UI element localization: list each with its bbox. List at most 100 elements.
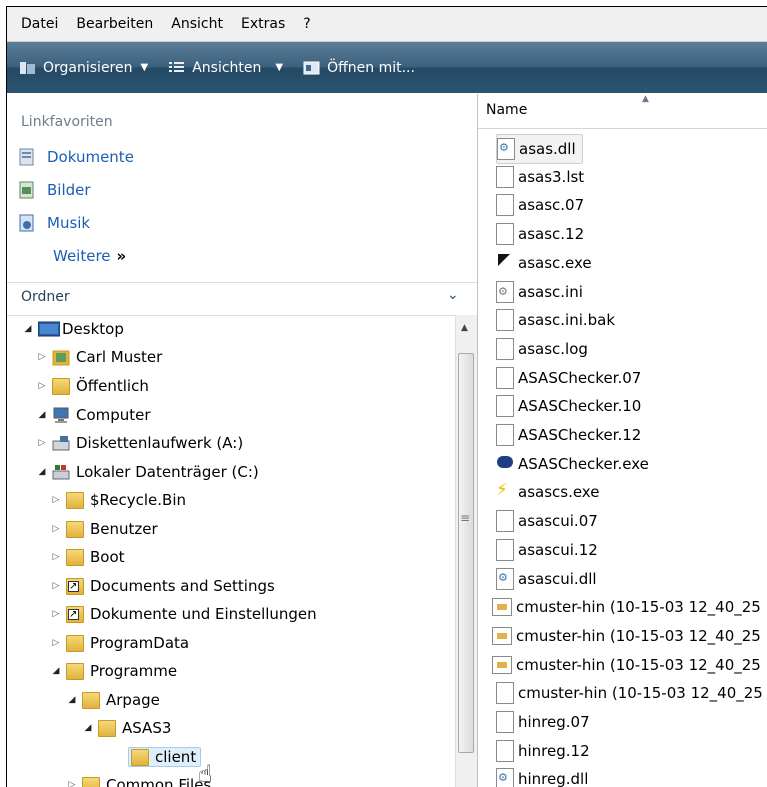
- file-item[interactable]: ASASChecker.07: [496, 364, 641, 392]
- file-icon: [496, 194, 514, 216]
- collapsed-arrow-icon[interactable]: ▷: [51, 552, 61, 562]
- file-item[interactable]: asas.dll: [496, 134, 583, 164]
- fav-musik[interactable]: Musik: [19, 214, 90, 232]
- file-name: ASASChecker.10: [518, 397, 641, 415]
- collapsed-arrow-icon[interactable]: ▷: [51, 609, 61, 619]
- tree-item-label: ASAS3: [122, 719, 171, 737]
- expanded-arrow-icon[interactable]: ◢: [37, 467, 47, 477]
- file-item[interactable]: ASASChecker.10: [496, 392, 641, 420]
- double-chevron-icon: »: [117, 247, 127, 265]
- expanded-arrow-icon[interactable]: ◢: [83, 723, 93, 733]
- tree-item[interactable]: ▷Diskettenlaufwerk (A:): [37, 429, 243, 457]
- settings-file-icon: [496, 281, 514, 303]
- scrollbar-thumb[interactable]: [458, 353, 474, 753]
- expanded-arrow-icon[interactable]: ◢: [37, 410, 47, 420]
- file-item[interactable]: asascui.dll: [496, 565, 597, 593]
- menu-datei[interactable]: Datei: [7, 7, 67, 41]
- tree-item[interactable]: ▷Dokumente und Einstellungen: [51, 600, 317, 628]
- chevron-down-icon: ⌄: [447, 287, 459, 303]
- tree-item[interactable]: client: [113, 743, 201, 771]
- tree-item[interactable]: ▷ Benutzer: [51, 515, 158, 543]
- exe-file-icon: [496, 252, 514, 274]
- user-folder-icon: [52, 349, 70, 366]
- collapsed-arrow-icon[interactable]: ▷: [37, 352, 47, 362]
- chevron-down-icon: ▼: [141, 62, 149, 73]
- tree-item[interactable]: ◢ Arpage: [67, 686, 160, 714]
- file-item[interactable]: cmuster-hin (10-15-03 12_40_25: [496, 679, 763, 707]
- fav-dokumente[interactable]: Dokumente: [19, 148, 134, 166]
- file-item[interactable]: cmuster-hin (10-15-03 12_40_25: [492, 622, 761, 650]
- views-button[interactable]: Ansichten ▼: [168, 53, 283, 83]
- menu-bearbeiten[interactable]: Bearbeiten: [67, 7, 162, 41]
- folders-header[interactable]: Ordner ⌄: [7, 282, 477, 316]
- expanded-arrow-icon[interactable]: ◢: [51, 666, 61, 676]
- desktop-icon: [38, 321, 56, 338]
- file-icon: [496, 338, 514, 360]
- menu-extras[interactable]: Extras: [232, 7, 294, 41]
- folder-icon: [66, 492, 84, 509]
- file-item[interactable]: hinreg.12: [496, 737, 590, 765]
- tree-item[interactable]: ▷ Carl Muster: [37, 343, 162, 371]
- more-favorites-link[interactable]: Weitere»: [53, 247, 126, 265]
- tree-item-label: Carl Muster: [76, 348, 162, 366]
- sort-ascending-icon: ▲: [642, 94, 649, 104]
- collapsed-arrow-icon[interactable]: ▷: [51, 638, 61, 648]
- tree-item[interactable]: ▷Boot: [51, 543, 125, 571]
- tree-item[interactable]: ◢Computer: [37, 401, 151, 429]
- expanded-arrow-icon[interactable]: ◢: [23, 324, 33, 334]
- file-item[interactable]: asasc.log: [496, 335, 588, 363]
- tree-item[interactable]: ▷Documents and Settings: [51, 572, 275, 600]
- scroll-up-icon[interactable]: ▲: [461, 323, 468, 333]
- file-item[interactable]: ASASChecker.exe: [496, 450, 649, 478]
- file-item[interactable]: asasc.ini: [496, 278, 583, 306]
- file-name: asasc.ini: [518, 283, 583, 301]
- file-item[interactable]: asascui.07: [496, 507, 598, 535]
- pictures-icon: [19, 181, 35, 199]
- fav-bilder[interactable]: Bilder: [19, 181, 91, 199]
- folder-icon: [98, 720, 116, 737]
- tree-item-label: Arpage: [106, 691, 160, 709]
- favorites-title: Linkfavoriten: [21, 114, 113, 130]
- file-item[interactable]: asasc.12: [496, 220, 584, 248]
- folder-shortcut-icon: [66, 606, 84, 623]
- file-item[interactable]: asas3.lst: [496, 163, 584, 191]
- tree-item[interactable]: ◢Desktop: [23, 315, 124, 343]
- file-item[interactable]: cmuster-hin (10-15-03 12_40_25: [492, 593, 761, 621]
- file-item[interactable]: asasc.exe: [496, 249, 592, 277]
- collapsed-arrow-icon[interactable]: ▷: [51, 524, 61, 534]
- collapsed-arrow-icon[interactable]: ▷: [51, 581, 61, 591]
- file-icon: [496, 682, 514, 704]
- menu-ansicht[interactable]: Ansicht: [162, 7, 232, 41]
- tree-item[interactable]: ▷Common Files: [67, 771, 211, 787]
- file-item[interactable]: asasc.07: [496, 191, 584, 219]
- tree-scrollbar[interactable]: ▲ ≡: [455, 315, 477, 787]
- tree-item-label: Benutzer: [90, 520, 158, 538]
- file-item[interactable]: ASASChecker.12: [496, 421, 641, 449]
- file-item[interactable]: hinreg.07: [496, 708, 590, 736]
- column-header-name[interactable]: Name ▲: [478, 94, 767, 129]
- file-item[interactable]: asasc.ini.bak: [496, 306, 615, 334]
- tree-item-label: ProgramData: [90, 634, 189, 652]
- file-item[interactable]: cmuster-hin (10-15-03 12_40_25: [492, 651, 761, 679]
- open-with-button[interactable]: Öffnen mit...: [303, 53, 415, 83]
- folder-icon: [52, 378, 70, 395]
- tree-item[interactable]: ◢Lokaler Datenträger (C:): [37, 458, 259, 486]
- file-item[interactable]: asascui.12: [496, 536, 598, 564]
- expanded-arrow-icon[interactable]: ◢: [67, 695, 77, 705]
- collapsed-arrow-icon[interactable]: ▷: [51, 495, 61, 505]
- tree-item[interactable]: ◢ ASAS3: [83, 714, 171, 742]
- file-name: asasc.exe: [518, 254, 592, 272]
- certificate-file-icon: [492, 627, 512, 645]
- tree-item[interactable]: ▷$Recycle.Bin: [51, 486, 186, 514]
- tree-item[interactable]: ▷ ProgramData: [51, 629, 189, 657]
- menu-help[interactable]: ?: [294, 7, 319, 41]
- file-item[interactable]: asascs.exe: [496, 478, 599, 506]
- tree-item[interactable]: ▷Öffentlich: [37, 372, 149, 400]
- tree-item[interactable]: ◢Programme: [51, 657, 177, 685]
- file-item[interactable]: hinreg.dll: [496, 765, 588, 787]
- collapsed-arrow-icon[interactable]: ▷: [37, 438, 47, 448]
- file-name: hinreg.07: [518, 713, 590, 731]
- organize-button[interactable]: Organisieren ▼: [19, 53, 148, 83]
- views-icon: [168, 60, 186, 76]
- collapsed-arrow-icon[interactable]: ▷: [37, 381, 47, 391]
